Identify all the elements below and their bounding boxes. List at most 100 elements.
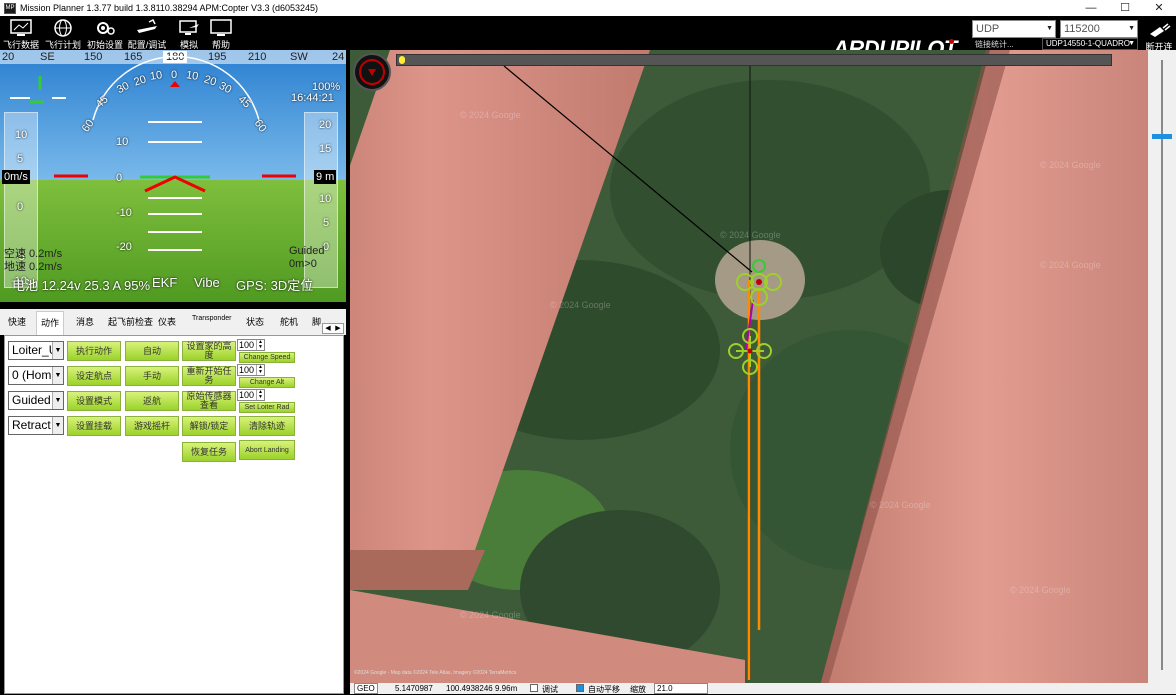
change-speed-button[interactable]: Change Speed xyxy=(239,352,295,363)
app-icon: MP xyxy=(4,2,16,14)
menu-flight-data[interactable]: 飞行数据 xyxy=(0,18,42,50)
altitude: 9.96m xyxy=(495,684,518,693)
debug-checkbox[interactable] xyxy=(530,684,538,692)
set-loiter-rad-button[interactable]: Set Loiter Rad xyxy=(239,402,295,413)
coord-type-select[interactable]: GEO xyxy=(354,683,378,694)
latitude: 5.1470987 xyxy=(395,684,433,693)
tab-servo[interactable]: 舵机 xyxy=(280,315,298,328)
scroll-left-icon[interactable]: ◀ xyxy=(323,324,333,333)
action-select[interactable]: Loiter_U ▼ xyxy=(8,341,64,360)
waypoint-select[interactable]: 0 (Hom ▼ xyxy=(8,366,64,385)
longitude: 100.4938246 xyxy=(446,684,493,693)
chevron-down-icon: ▼ xyxy=(1046,25,1053,32)
tab-strip: 快速 动作 消息 起飞前检查 仪表 Transponder 状态 舵机 脚 ◀ … xyxy=(0,309,346,335)
set-mode-button[interactable]: 设置模式 xyxy=(67,391,121,411)
mount-select[interactable]: Retract ▼ xyxy=(8,416,64,435)
zoom-thumb[interactable] xyxy=(1152,134,1172,139)
battery-status: 电池 12.24v 25.3 A 95% xyxy=(12,278,151,293)
chevron-down-icon: ▼ xyxy=(1128,25,1135,32)
clear-track-button[interactable]: 清除轨迹 xyxy=(239,416,295,436)
ekf-status[interactable]: EKF xyxy=(152,275,177,290)
autopan-label: 自动平移 xyxy=(588,685,620,694)
mission-progress xyxy=(396,54,1112,66)
tab-messages[interactable]: 消息 xyxy=(76,315,94,328)
zoom-slider[interactable] xyxy=(1148,50,1176,686)
simulation-icon xyxy=(179,20,199,35)
monitor-icon xyxy=(10,19,32,36)
chevron-down-icon: ▼ xyxy=(1128,40,1135,47)
map-attribution: ©2024 Google - Map data ©2024 Tele Atlas… xyxy=(354,670,517,676)
auto-button[interactable]: 自动 xyxy=(125,341,179,361)
window-title: Mission Planner 1.3.77 build 1.3.8110.38… xyxy=(20,3,319,13)
close-button[interactable]: ✕ xyxy=(1142,0,1176,16)
tab-actions[interactable]: 动作 xyxy=(36,311,65,335)
port-select[interactable]: UDP ▼ xyxy=(972,20,1056,38)
set-mount-button[interactable]: 设置挂载 xyxy=(67,416,121,436)
rtl-button[interactable]: 返航 xyxy=(125,391,179,411)
menu-config-tuning[interactable]: 配置/调试 xyxy=(126,18,168,50)
chevron-down-icon: ▼ xyxy=(52,367,63,384)
tab-quick[interactable]: 快速 xyxy=(8,315,26,328)
gps-status: GPS: 3D定位 xyxy=(236,278,314,293)
spinner-icon[interactable]: ▲ ▼ xyxy=(256,340,264,350)
globe-icon xyxy=(54,19,72,37)
arm-disarm-button[interactable]: 解锁/锁定 xyxy=(182,416,236,436)
menu-flight-plan[interactable]: 飞行计划 xyxy=(42,18,84,50)
tab-preflight[interactable]: 起飞前检查 xyxy=(108,315,153,328)
tab-scripts[interactable]: 脚 xyxy=(312,315,321,328)
link-stats-link[interactable]: 链接统计... xyxy=(975,39,1014,50)
set-home-alt-button[interactable]: 设置家的高度 xyxy=(182,341,236,361)
flight-overlay xyxy=(503,65,782,680)
joystick-button[interactable]: 游戏摇杆 xyxy=(125,416,179,436)
restart-mission-button[interactable]: 重新开始任务 xyxy=(182,366,236,386)
map-view[interactable]: © 2024 Google © 2024 Google © 2024 Googl… xyxy=(350,50,1148,686)
tab-status[interactable]: 状态 xyxy=(246,315,264,328)
change-alt-button[interactable]: Change Alt xyxy=(239,377,295,388)
baud-select[interactable]: 115200 ▼ xyxy=(1060,20,1138,38)
menu-initial-setup[interactable]: 初始设置 xyxy=(84,18,126,50)
spinner-icon[interactable]: ▲ ▼ xyxy=(256,390,264,400)
do-action-button[interactable]: 执行动作 xyxy=(67,341,121,361)
autopan-checkbox[interactable] xyxy=(576,684,584,692)
vibe-status[interactable]: Vibe xyxy=(194,275,220,290)
logo-accent xyxy=(949,39,954,44)
zoom-label: 缩放 xyxy=(630,685,646,694)
help-monitor-icon xyxy=(210,19,232,36)
chevron-down-icon: ▼ xyxy=(52,417,63,434)
manual-button[interactable]: 手动 xyxy=(125,366,179,386)
scroll-right-icon[interactable]: ▶ xyxy=(333,324,343,333)
alt-input[interactable]: 100 ▲ ▼ xyxy=(237,364,265,376)
minimize-button[interactable]: — xyxy=(1074,0,1108,16)
title-bar: MP Mission Planner 1.3.77 build 1.3.8110… xyxy=(0,0,1176,16)
disconnect-button[interactable]: 断开连接 xyxy=(1142,22,1176,65)
distance-to-wp: 0m>0 xyxy=(289,258,317,270)
resume-mission-button[interactable]: 恢复任务 xyxy=(182,442,236,462)
raw-sensor-button[interactable]: 原始传感器查看 xyxy=(182,391,236,411)
link-id-select[interactable]: UDP14550-1-QUADRO ▼ xyxy=(1042,38,1138,50)
gear-icon xyxy=(97,22,115,35)
hud-display: 20 SE 150 165 180 195 210 SW 24 60 45 30… xyxy=(0,50,346,302)
actions-panel: Loiter_U ▼ 0 (Hom ▼ Guided ▼ Retract ▼ 执行动作 … xyxy=(4,335,344,694)
speed-input[interactable]: 100 ▲ ▼ xyxy=(237,339,265,351)
tab-transponder[interactable]: Transponder xyxy=(192,315,231,322)
main-menu: 飞行数据 飞行计划 初始设置 配置/调试 模拟 帮助 ARDUPILOT UDP… xyxy=(0,16,1176,61)
loiter-rad-input[interactable]: 100 ▲ ▼ xyxy=(237,389,265,401)
spinner-icon[interactable]: ▲ ▼ xyxy=(256,365,264,375)
menu-help[interactable]: 帮助 xyxy=(200,18,242,50)
tab-scroller: ◀ ▶ xyxy=(322,323,344,334)
maximize-button[interactable]: ☐ xyxy=(1108,0,1142,16)
map-status-bar: GEO 5.1470987 100.4938246 9.96m 调试 自动平移 … xyxy=(350,683,1176,694)
map-compass xyxy=(350,50,394,94)
groundspeed: 地速 0.2m/s xyxy=(4,261,63,273)
debug-label: 调试 xyxy=(542,685,558,694)
chevron-down-icon: ▼ xyxy=(52,342,63,359)
set-waypoint-button[interactable]: 设定航点 xyxy=(67,366,121,386)
progress-marker[interactable] xyxy=(399,56,405,64)
chevron-down-icon: ▼ xyxy=(52,392,63,409)
plane-wrench-icon xyxy=(137,18,157,33)
abort-landing-button[interactable]: Abort Landing xyxy=(239,440,295,460)
tab-gauges[interactable]: 仪表 xyxy=(158,315,176,328)
mode-select[interactable]: Guided ▼ xyxy=(8,391,64,410)
plug-icon xyxy=(1150,23,1171,37)
zoom-select[interactable]: 21.0 xyxy=(654,683,708,694)
